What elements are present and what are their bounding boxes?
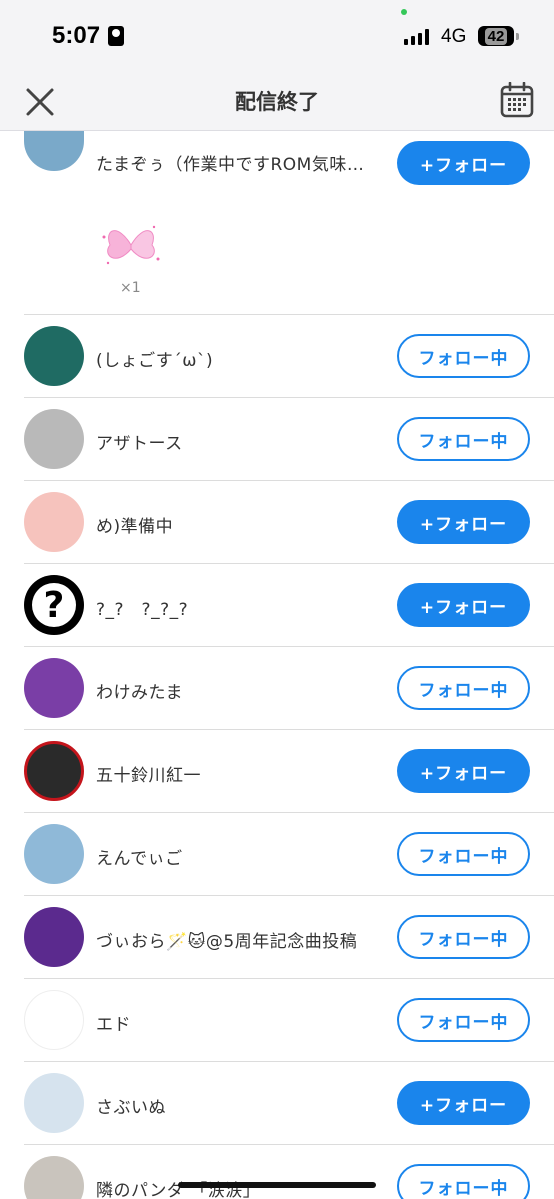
avatar[interactable] <box>24 492 84 552</box>
list-item: (しょごす´ω`) フォロー中 <box>0 315 554 398</box>
follow-button[interactable]: +フォロー <box>397 141 530 185</box>
follow-button[interactable]: +フォロー <box>397 749 530 793</box>
user-name[interactable]: め)準備中 <box>96 512 381 537</box>
user-name[interactable]: さぶいぬ <box>96 1093 381 1118</box>
avatar[interactable] <box>24 1073 84 1133</box>
following-button[interactable]: フォロー中 <box>397 666 530 710</box>
list-item: たまぞぅ（作業中ですROM気味… +フォロー ×1 <box>0 0 554 315</box>
user-name[interactable]: づぃおら🪄🐱@5周年記念曲投稿 <box>96 927 381 952</box>
follow-button[interactable]: +フォロー <box>397 1081 530 1125</box>
follow-button[interactable]: +フォロー <box>397 500 530 544</box>
list-item: わけみたま フォロー中 <box>0 647 554 730</box>
question-icon: ? <box>32 583 76 627</box>
list-item: エド フォロー中 <box>0 979 554 1062</box>
avatar[interactable] <box>24 409 84 469</box>
home-indicator[interactable] <box>178 1182 376 1188</box>
avatar[interactable] <box>24 907 84 967</box>
following-button[interactable]: フォロー中 <box>397 915 530 959</box>
list-item: め)準備中 +フォロー <box>0 481 554 564</box>
user-name[interactable]: えんでぃご <box>96 844 381 869</box>
list-item: えんでぃご フォロー中 <box>0 813 554 896</box>
list-item: さぶいぬ +フォロー <box>0 1062 554 1145</box>
avatar[interactable] <box>24 131 84 171</box>
avatar[interactable]: ? <box>24 575 84 635</box>
following-button[interactable]: フォロー中 <box>397 998 530 1042</box>
butterfly-icon <box>102 225 160 265</box>
user-name[interactable]: ?_? ?_?_? <box>96 595 381 620</box>
list-item: づぃおら🪄🐱@5周年記念曲投稿 フォロー中 <box>0 896 554 979</box>
list-item: 五十鈴川紅一 +フォロー <box>0 730 554 813</box>
avatar[interactable] <box>24 658 84 718</box>
user-name[interactable]: 五十鈴川紅一 <box>96 761 381 786</box>
list-item: 隣のパンダ 「涙涙」 フォロー中 <box>0 1145 554 1199</box>
list-item: ? ?_? ?_?_? +フォロー <box>0 564 554 647</box>
avatar[interactable] <box>24 824 84 884</box>
avatar[interactable] <box>24 741 84 801</box>
avatar[interactable] <box>24 326 84 386</box>
user-name[interactable]: アザトース <box>96 429 381 454</box>
avatar[interactable] <box>24 1156 84 1199</box>
following-button[interactable]: フォロー中 <box>397 832 530 876</box>
following-button[interactable]: フォロー中 <box>397 417 530 461</box>
user-name[interactable]: わけみたま <box>96 678 381 703</box>
user-name[interactable]: たまぞぅ（作業中ですROM気味… <box>96 150 381 175</box>
following-button[interactable]: フォロー中 <box>397 1164 530 1199</box>
following-button[interactable]: フォロー中 <box>397 334 530 378</box>
user-name[interactable]: (しょごす´ω`) <box>96 346 381 371</box>
gift-count: ×1 <box>120 280 141 296</box>
user-name[interactable]: エド <box>96 1010 381 1035</box>
list-item: アザトース フォロー中 <box>0 398 554 481</box>
follow-button[interactable]: +フォロー <box>397 583 530 627</box>
avatar[interactable] <box>24 990 84 1050</box>
